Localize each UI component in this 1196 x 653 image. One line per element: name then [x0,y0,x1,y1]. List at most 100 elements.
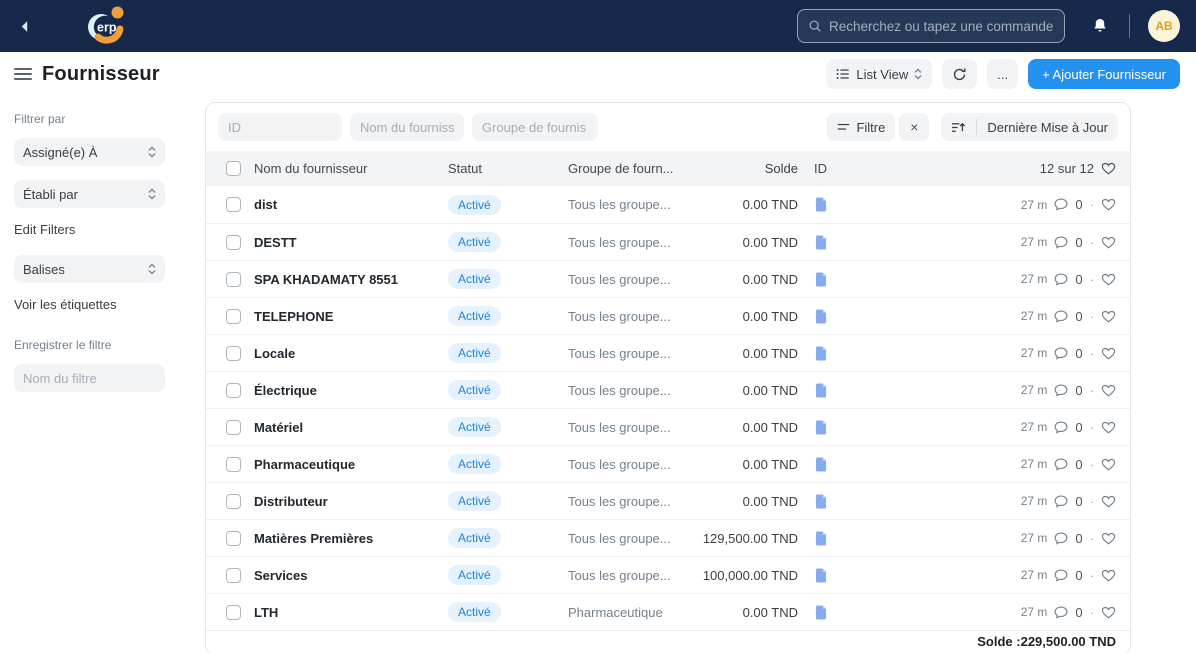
row-checkbox[interactable] [226,197,241,212]
table-row[interactable]: LTH Activé Pharmaceutique 0.00 TND 27 m … [206,593,1130,630]
like-icon[interactable] [1101,347,1116,360]
supplier-name-link[interactable]: Distributeur [248,494,448,509]
add-supplier-button[interactable]: + Ajouter Fournisseur [1028,59,1180,89]
assigned-to-select[interactable]: Assigné(e) À [14,138,165,166]
like-icon[interactable] [1101,310,1116,323]
comment-icon[interactable] [1054,309,1068,323]
view-switcher-button[interactable]: List View [826,59,933,89]
supplier-group-filter-input[interactable] [472,113,598,141]
supplier-name-link[interactable]: Matériel [248,420,448,435]
like-filter-icon[interactable] [1101,162,1116,175]
global-search[interactable] [797,9,1065,43]
like-icon[interactable] [1101,236,1116,249]
filter-name-input[interactable] [14,364,165,392]
row-checkbox[interactable] [226,345,241,361]
comment-icon[interactable] [1054,198,1068,211]
copy-id-icon[interactable] [814,420,844,435]
like-icon[interactable] [1101,273,1116,286]
copy-id-icon[interactable] [814,568,844,583]
table-row[interactable]: Pharmaceutique Activé Tous les groupe...… [206,445,1130,482]
sort-field-button[interactable]: Dernière Mise à Jour [977,113,1118,141]
comment-icon[interactable] [1054,346,1068,360]
supplier-name-link[interactable]: Pharmaceutique [248,457,448,472]
row-checkbox[interactable] [226,604,241,620]
row-checkbox[interactable] [226,271,241,287]
like-icon[interactable] [1101,606,1116,619]
table-row[interactable]: SPA KHADAMATY 8551 Activé Tous les group… [206,260,1130,297]
comment-icon[interactable] [1054,383,1068,397]
comment-icon[interactable] [1054,420,1068,434]
app-logo[interactable]: erp [84,3,130,49]
column-header-solde[interactable]: Solde [698,161,798,176]
table-row[interactable]: TELEPHONE Activé Tous les groupe... 0.00… [206,297,1130,334]
comment-icon[interactable] [1054,272,1068,286]
column-header-id[interactable]: ID [798,161,844,176]
copy-id-icon[interactable] [814,272,844,287]
back-icon[interactable] [20,20,42,33]
copy-id-icon[interactable] [814,197,844,212]
created-by-select[interactable]: Établi par [14,180,165,208]
copy-id-icon[interactable] [814,235,844,250]
comment-icon[interactable] [1054,457,1068,471]
comment-icon[interactable] [1054,494,1068,508]
supplier-name-link[interactable]: LTH [248,605,448,620]
supplier-name-filter-input[interactable] [350,113,464,141]
like-icon[interactable] [1101,458,1116,471]
table-row[interactable]: Locale Activé Tous les groupe... 0.00 TN… [206,334,1130,371]
search-input[interactable] [829,18,1054,34]
filter-button[interactable]: Filtre [827,113,896,141]
more-options-button[interactable]: ... [987,59,1019,89]
like-icon[interactable] [1101,532,1116,545]
sort-direction-button[interactable] [941,113,976,141]
notifications-bell-icon[interactable] [1091,17,1109,35]
table-row[interactable]: DESTT Activé Tous les groupe... 0.00 TND… [206,223,1130,260]
supplier-name-link[interactable]: Électrique [248,383,448,398]
tags-select[interactable]: Balises [14,255,165,283]
row-checkbox[interactable] [226,456,241,472]
row-checkbox[interactable] [226,419,241,435]
select-all-checkbox[interactable] [226,161,241,176]
clear-filter-button[interactable]: × [899,113,930,141]
comment-icon[interactable] [1054,568,1068,582]
supplier-name-link[interactable]: TELEPHONE [248,309,448,324]
copy-id-icon[interactable] [814,457,844,472]
row-checkbox[interactable] [226,308,241,324]
id-filter-input[interactable] [218,113,342,141]
like-icon[interactable] [1101,421,1116,434]
comment-icon[interactable] [1054,235,1068,249]
table-row[interactable]: Distributeur Activé Tous les groupe... 0… [206,482,1130,519]
supplier-name-link[interactable]: Services [248,568,448,583]
edit-filters-link[interactable]: Edit Filters [14,222,165,237]
show-tags-link[interactable]: Voir les étiquettes [14,297,165,312]
column-header-name[interactable]: Nom du fournisseur [248,161,448,176]
table-row[interactable]: Électrique Activé Tous les groupe... 0.0… [206,371,1130,408]
like-icon[interactable] [1101,569,1116,582]
column-header-group[interactable]: Groupe de fourn... [568,161,698,176]
user-avatar[interactable]: AB [1148,10,1180,42]
supplier-name-link[interactable]: DESTT [248,235,448,250]
row-checkbox[interactable] [226,530,241,546]
comment-icon[interactable] [1054,605,1068,619]
row-checkbox[interactable] [226,382,241,398]
supplier-name-link[interactable]: Matières Premières [248,531,448,546]
supplier-name-link[interactable]: dist [248,197,448,212]
copy-id-icon[interactable] [814,494,844,509]
row-checkbox[interactable] [226,493,241,509]
table-row[interactable]: Matières Premières Activé Tous les group… [206,519,1130,556]
like-icon[interactable] [1101,198,1116,211]
copy-id-icon[interactable] [814,346,844,361]
supplier-name-link[interactable]: SPA KHADAMATY 8551 [248,272,448,287]
refresh-button[interactable] [942,59,978,89]
copy-id-icon[interactable] [814,383,844,398]
like-icon[interactable] [1101,495,1116,508]
like-icon[interactable] [1101,384,1116,397]
table-row[interactable]: Services Activé Tous les groupe... 100,0… [206,556,1130,593]
supplier-name-link[interactable]: Locale [248,346,448,361]
row-checkbox[interactable] [226,234,241,250]
column-header-status[interactable]: Statut [448,161,568,176]
copy-id-icon[interactable] [814,309,844,324]
copy-id-icon[interactable] [814,605,844,620]
sidebar-toggle-icon[interactable] [14,68,32,80]
row-checkbox[interactable] [226,567,241,583]
comment-icon[interactable] [1054,531,1068,545]
